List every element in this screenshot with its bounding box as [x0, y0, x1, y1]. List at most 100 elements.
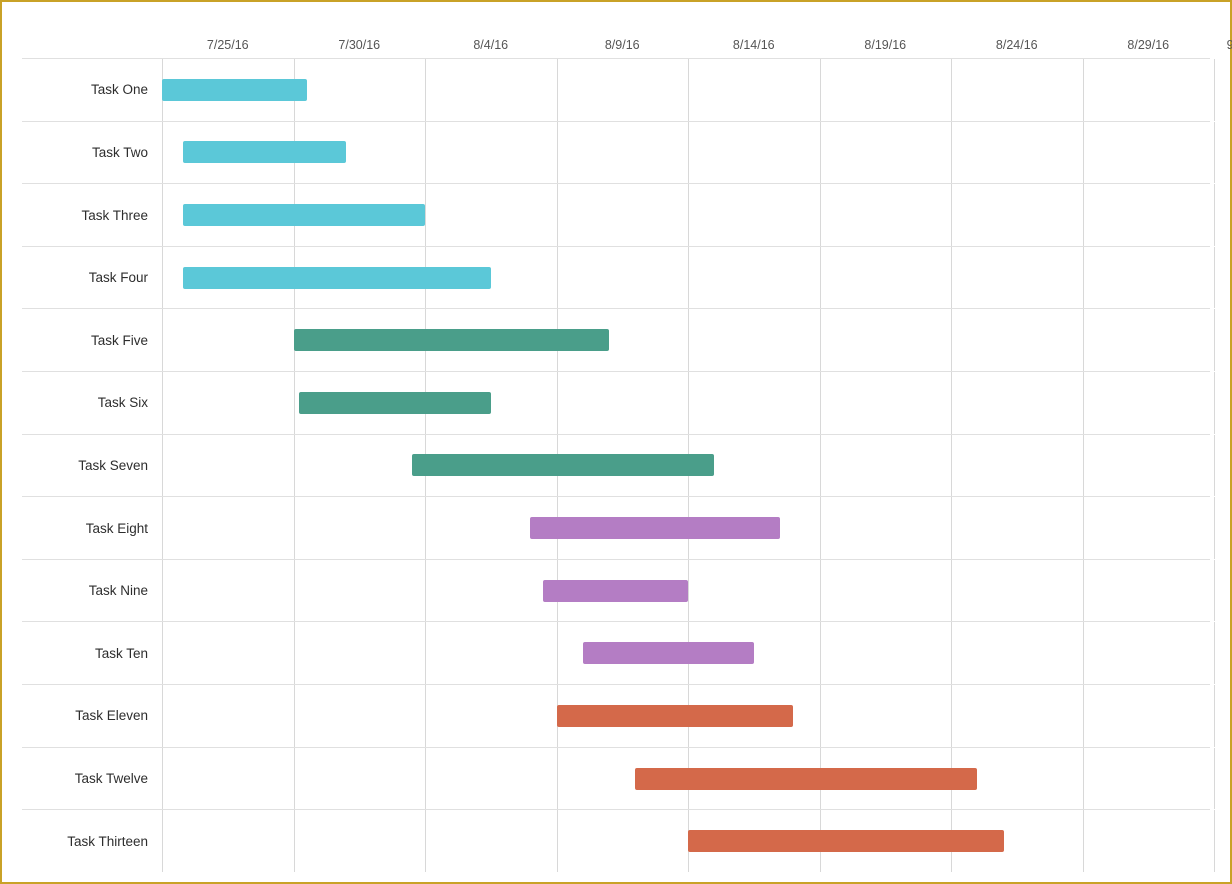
grid-line	[820, 685, 821, 747]
task-chart-area	[162, 309, 1210, 371]
grid-line	[951, 309, 952, 371]
date-label: 9/3/16	[1214, 38, 1232, 52]
grid-line	[294, 685, 295, 747]
grid-line	[1214, 59, 1215, 121]
grid-line	[820, 122, 821, 184]
grid-line	[1214, 247, 1215, 309]
task-bar	[183, 204, 425, 226]
grid-line	[294, 435, 295, 497]
grid-line	[294, 560, 295, 622]
grid-line	[688, 122, 689, 184]
grid-line	[1214, 184, 1215, 246]
task-bar	[294, 329, 610, 351]
grid-line	[1214, 122, 1215, 184]
task-row: Task Nine	[22, 559, 1210, 622]
grid-line	[557, 622, 558, 684]
task-row: Task Eight	[22, 496, 1210, 559]
grid-line	[951, 435, 952, 497]
task-label: Task Eleven	[22, 708, 162, 723]
task-bar	[635, 768, 977, 790]
grid-line	[425, 122, 426, 184]
grid-line	[162, 184, 163, 246]
grid-line	[162, 372, 163, 434]
grid-line	[1083, 560, 1084, 622]
task-label: Task Four	[22, 270, 162, 285]
date-label: 7/25/16	[162, 38, 294, 52]
grid-line	[820, 622, 821, 684]
grid-line	[1214, 748, 1215, 810]
task-row: Task Three	[22, 183, 1210, 246]
grid-line	[557, 810, 558, 872]
grid-line	[1214, 622, 1215, 684]
task-label: Task Nine	[22, 583, 162, 598]
task-bar	[583, 642, 754, 664]
grid-line	[688, 309, 689, 371]
grid-line	[688, 372, 689, 434]
date-label: 8/9/16	[557, 38, 689, 52]
task-label: Task Three	[22, 208, 162, 223]
grid-line	[294, 810, 295, 872]
task-chart-area	[162, 810, 1210, 872]
grid-line	[162, 560, 163, 622]
task-row: Task Four	[22, 246, 1210, 309]
task-bar	[183, 267, 491, 289]
grid-line	[1083, 372, 1084, 434]
grid-line	[425, 560, 426, 622]
grid-line	[162, 247, 163, 309]
task-chart-area	[162, 59, 1210, 121]
grid-line	[425, 810, 426, 872]
rows-area: Task One Task Two Task Three Task Four Task …	[22, 58, 1210, 872]
task-label: Task Thirteen	[22, 834, 162, 849]
grid-line	[951, 184, 952, 246]
task-chart-area	[162, 622, 1210, 684]
date-header: 7/25/167/30/168/4/168/9/168/14/168/19/16…	[162, 38, 1210, 52]
grid-line	[557, 59, 558, 121]
grid-line	[820, 497, 821, 559]
grid-line	[820, 435, 821, 497]
grid-line	[1083, 497, 1084, 559]
task-label: Task One	[22, 82, 162, 97]
task-row: Task Ten	[22, 621, 1210, 684]
grid-line	[951, 685, 952, 747]
task-row: Task Twelve	[22, 747, 1210, 810]
task-row: Task Five	[22, 308, 1210, 371]
grid-line	[294, 748, 295, 810]
grid-line	[1083, 622, 1084, 684]
grid-line	[820, 560, 821, 622]
grid-line	[1083, 247, 1084, 309]
task-bar	[530, 517, 780, 539]
grid-line	[1083, 685, 1084, 747]
grid-line	[425, 184, 426, 246]
grid-line	[162, 122, 163, 184]
grid-line	[425, 685, 426, 747]
grid-line	[1214, 372, 1215, 434]
task-label: Task Six	[22, 395, 162, 410]
grid-line	[688, 59, 689, 121]
task-row: Task Six	[22, 371, 1210, 434]
grid-line	[162, 622, 163, 684]
task-row: Task Thirteen	[22, 809, 1210, 872]
task-bar	[299, 392, 491, 414]
chart-body: 7/25/167/30/168/4/168/9/168/14/168/19/16…	[22, 38, 1210, 872]
date-label: 8/24/16	[951, 38, 1083, 52]
task-label: Task Two	[22, 145, 162, 160]
grid-line	[951, 59, 952, 121]
grid-line	[820, 59, 821, 121]
task-row: Task One	[22, 58, 1210, 121]
grid-line	[557, 184, 558, 246]
task-chart-area	[162, 748, 1210, 810]
grid-line	[688, 560, 689, 622]
grid-line	[162, 309, 163, 371]
grid-line	[162, 748, 163, 810]
date-label: 7/30/16	[294, 38, 426, 52]
chart-container: 7/25/167/30/168/4/168/9/168/14/168/19/16…	[0, 0, 1232, 884]
task-bar	[162, 79, 307, 101]
grid-line	[294, 622, 295, 684]
task-chart-area	[162, 560, 1210, 622]
task-row: Task Eleven	[22, 684, 1210, 747]
grid-line	[1214, 560, 1215, 622]
task-bar	[412, 454, 714, 476]
grid-line	[820, 372, 821, 434]
grid-line	[425, 622, 426, 684]
grid-line	[1083, 435, 1084, 497]
